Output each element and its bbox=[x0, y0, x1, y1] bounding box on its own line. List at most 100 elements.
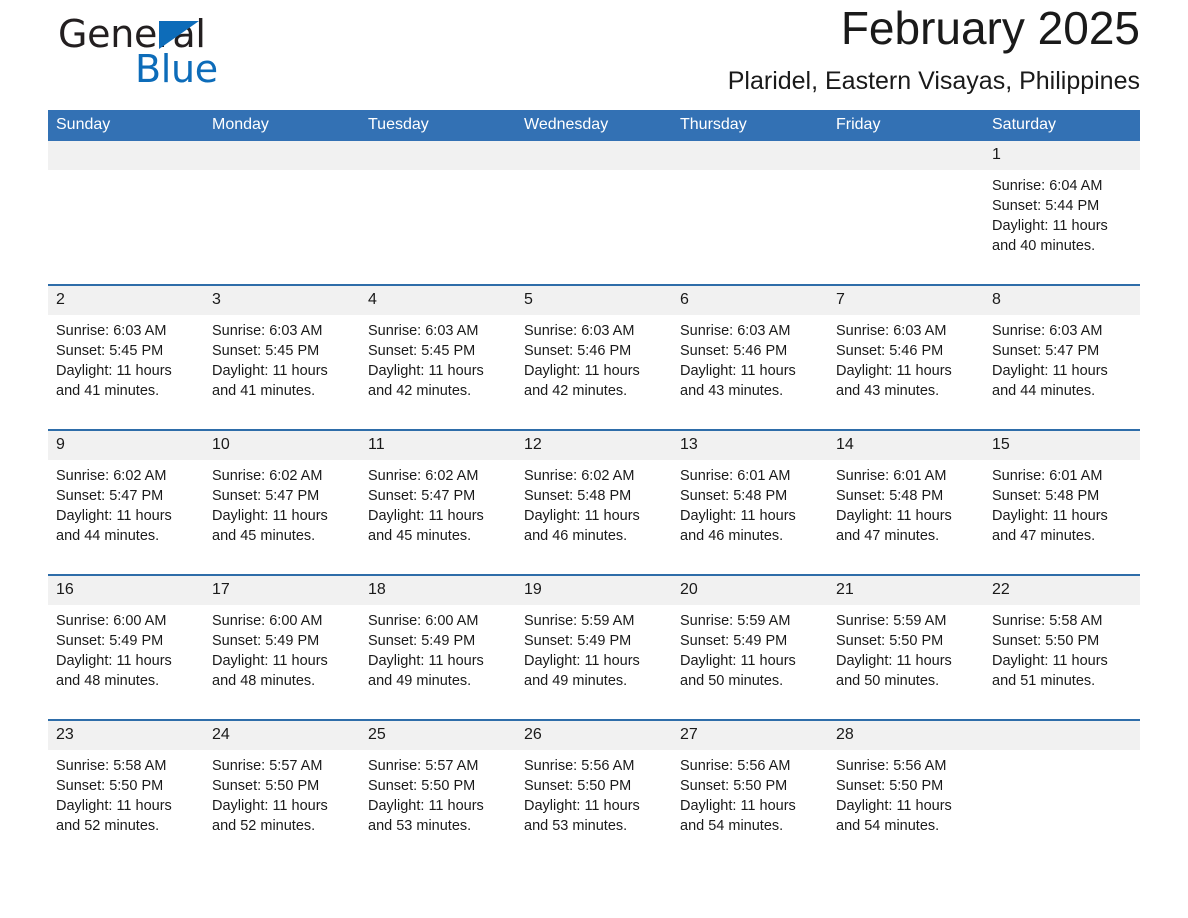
daylight-text-line2: and 49 minutes. bbox=[368, 673, 472, 689]
day-number[interactable]: 2 bbox=[48, 285, 204, 315]
sunset-text: Sunset: 5:50 PM bbox=[680, 778, 788, 794]
daylight-text-line1: Daylight: 11 hours bbox=[992, 363, 1108, 379]
weekday-header-monday: Monday bbox=[204, 110, 360, 141]
day-number[interactable] bbox=[48, 141, 204, 170]
day-cell[interactable]: Sunrise: 6:03 AM Sunset: 5:46 PM Dayligh… bbox=[516, 315, 672, 430]
day-cell[interactable]: Sunrise: 5:56 AM Sunset: 5:50 PM Dayligh… bbox=[672, 750, 828, 852]
day-number[interactable]: 7 bbox=[828, 285, 984, 315]
day-number[interactable]: 25 bbox=[360, 720, 516, 750]
day-number-row: 1 bbox=[48, 141, 1140, 170]
day-cell[interactable]: Sunrise: 6:02 AM Sunset: 5:48 PM Dayligh… bbox=[516, 460, 672, 575]
day-cell[interactable]: Sunrise: 6:00 AM Sunset: 5:49 PM Dayligh… bbox=[360, 605, 516, 720]
day-cell[interactable]: Sunrise: 5:58 AM Sunset: 5:50 PM Dayligh… bbox=[48, 750, 204, 852]
day-number[interactable]: 6 bbox=[672, 285, 828, 315]
day-number[interactable]: 17 bbox=[204, 575, 360, 605]
daylight-text-line2: and 53 minutes. bbox=[368, 818, 472, 834]
day-number[interactable]: 19 bbox=[516, 575, 672, 605]
day-cell[interactable]: Sunrise: 6:03 AM Sunset: 5:45 PM Dayligh… bbox=[48, 315, 204, 430]
day-cell[interactable]: Sunrise: 5:56 AM Sunset: 5:50 PM Dayligh… bbox=[516, 750, 672, 852]
day-cell[interactable]: Sunrise: 6:04 AM Sunset: 5:44 PM Dayligh… bbox=[984, 170, 1140, 285]
daylight-text-line2: and 49 minutes. bbox=[524, 673, 628, 689]
sunrise-text: Sunrise: 6:02 AM bbox=[212, 468, 323, 484]
sunset-text: Sunset: 5:47 PM bbox=[368, 488, 476, 504]
daylight-text-line2: and 52 minutes. bbox=[212, 818, 316, 834]
day-number[interactable]: 26 bbox=[516, 720, 672, 750]
day-number[interactable]: 12 bbox=[516, 430, 672, 460]
day-number[interactable]: 24 bbox=[204, 720, 360, 750]
day-number[interactable] bbox=[672, 141, 828, 170]
daylight-text-line2: and 54 minutes. bbox=[680, 818, 784, 834]
day-number[interactable]: 9 bbox=[48, 430, 204, 460]
day-cell[interactable]: Sunrise: 6:02 AM Sunset: 5:47 PM Dayligh… bbox=[204, 460, 360, 575]
day-cell[interactable]: Sunrise: 5:59 AM Sunset: 5:50 PM Dayligh… bbox=[828, 605, 984, 720]
day-cell[interactable]: Sunrise: 5:57 AM Sunset: 5:50 PM Dayligh… bbox=[204, 750, 360, 852]
day-number[interactable] bbox=[204, 141, 360, 170]
day-cell[interactable]: Sunrise: 6:01 AM Sunset: 5:48 PM Dayligh… bbox=[984, 460, 1140, 575]
day-number[interactable]: 1 bbox=[984, 141, 1140, 170]
day-cell[interactable]: Sunrise: 5:59 AM Sunset: 5:49 PM Dayligh… bbox=[672, 605, 828, 720]
daylight-text-line1: Daylight: 11 hours bbox=[680, 653, 796, 669]
sunset-text: Sunset: 5:45 PM bbox=[56, 343, 164, 359]
daylight-text-line2: and 45 minutes. bbox=[368, 528, 472, 544]
day-number[interactable]: 13 bbox=[672, 430, 828, 460]
day-number[interactable]: 11 bbox=[360, 430, 516, 460]
day-number[interactable]: 5 bbox=[516, 285, 672, 315]
day-cell[interactable]: Sunrise: 5:56 AM Sunset: 5:50 PM Dayligh… bbox=[828, 750, 984, 852]
sunrise-text: Sunrise: 6:00 AM bbox=[212, 613, 323, 629]
daylight-text-line1: Daylight: 11 hours bbox=[836, 798, 952, 814]
day-number[interactable]: 28 bbox=[828, 720, 984, 750]
daylight-text-line2: and 46 minutes. bbox=[524, 528, 628, 544]
day-number[interactable]: 8 bbox=[984, 285, 1140, 315]
daylight-text-line1: Daylight: 11 hours bbox=[368, 653, 484, 669]
day-number[interactable] bbox=[984, 720, 1140, 750]
day-number[interactable]: 18 bbox=[360, 575, 516, 605]
daylight-text-line1: Daylight: 11 hours bbox=[680, 363, 796, 379]
day-cell[interactable]: Sunrise: 5:58 AM Sunset: 5:50 PM Dayligh… bbox=[984, 605, 1140, 720]
day-number[interactable] bbox=[828, 141, 984, 170]
sunrise-text: Sunrise: 5:57 AM bbox=[212, 758, 323, 774]
daylight-text-line1: Daylight: 11 hours bbox=[56, 653, 172, 669]
day-cell[interactable]: Sunrise: 6:00 AM Sunset: 5:49 PM Dayligh… bbox=[204, 605, 360, 720]
day-number[interactable]: 16 bbox=[48, 575, 204, 605]
day-number[interactable]: 22 bbox=[984, 575, 1140, 605]
sunrise-text: Sunrise: 5:58 AM bbox=[992, 613, 1103, 629]
day-number[interactable]: 14 bbox=[828, 430, 984, 460]
day-number[interactable] bbox=[360, 141, 516, 170]
day-cell[interactable]: Sunrise: 6:00 AM Sunset: 5:49 PM Dayligh… bbox=[48, 605, 204, 720]
day-cell[interactable]: Sunrise: 5:59 AM Sunset: 5:49 PM Dayligh… bbox=[516, 605, 672, 720]
sunset-text: Sunset: 5:49 PM bbox=[524, 633, 632, 649]
day-cell[interactable]: Sunrise: 6:01 AM Sunset: 5:48 PM Dayligh… bbox=[672, 460, 828, 575]
daylight-text-line1: Daylight: 11 hours bbox=[212, 798, 328, 814]
day-number[interactable]: 10 bbox=[204, 430, 360, 460]
sunset-text: Sunset: 5:46 PM bbox=[680, 343, 788, 359]
day-cell[interactable]: Sunrise: 6:02 AM Sunset: 5:47 PM Dayligh… bbox=[48, 460, 204, 575]
day-cell-empty bbox=[828, 170, 984, 285]
sunset-text: Sunset: 5:47 PM bbox=[212, 488, 320, 504]
day-cell[interactable]: Sunrise: 6:03 AM Sunset: 5:47 PM Dayligh… bbox=[984, 315, 1140, 430]
day-cell[interactable]: Sunrise: 5:57 AM Sunset: 5:50 PM Dayligh… bbox=[360, 750, 516, 852]
daylight-text-line2: and 43 minutes. bbox=[836, 383, 940, 399]
day-number[interactable]: 20 bbox=[672, 575, 828, 605]
daylight-text-line1: Daylight: 11 hours bbox=[524, 653, 640, 669]
sunrise-text: Sunrise: 6:01 AM bbox=[836, 468, 947, 484]
day-number[interactable]: 3 bbox=[204, 285, 360, 315]
daylight-text-line1: Daylight: 11 hours bbox=[992, 508, 1108, 524]
day-number[interactable]: 27 bbox=[672, 720, 828, 750]
day-cell[interactable]: Sunrise: 6:02 AM Sunset: 5:47 PM Dayligh… bbox=[360, 460, 516, 575]
day-cell[interactable]: Sunrise: 6:01 AM Sunset: 5:48 PM Dayligh… bbox=[828, 460, 984, 575]
day-cell[interactable]: Sunrise: 6:03 AM Sunset: 5:45 PM Dayligh… bbox=[204, 315, 360, 430]
day-number[interactable]: 4 bbox=[360, 285, 516, 315]
day-cell[interactable]: Sunrise: 6:03 AM Sunset: 5:45 PM Dayligh… bbox=[360, 315, 516, 430]
day-cell[interactable]: Sunrise: 6:03 AM Sunset: 5:46 PM Dayligh… bbox=[828, 315, 984, 430]
daylight-text-line2: and 53 minutes. bbox=[524, 818, 628, 834]
day-number[interactable]: 21 bbox=[828, 575, 984, 605]
sunrise-text: Sunrise: 5:56 AM bbox=[680, 758, 791, 774]
day-number[interactable] bbox=[516, 141, 672, 170]
daylight-text-line1: Daylight: 11 hours bbox=[368, 508, 484, 524]
logo-triangle-icon bbox=[159, 21, 199, 49]
day-number[interactable]: 23 bbox=[48, 720, 204, 750]
day-number[interactable]: 15 bbox=[984, 430, 1140, 460]
day-cell[interactable]: Sunrise: 6:03 AM Sunset: 5:46 PM Dayligh… bbox=[672, 315, 828, 430]
daylight-text-line2: and 41 minutes. bbox=[212, 383, 316, 399]
sunset-text: Sunset: 5:50 PM bbox=[836, 633, 944, 649]
